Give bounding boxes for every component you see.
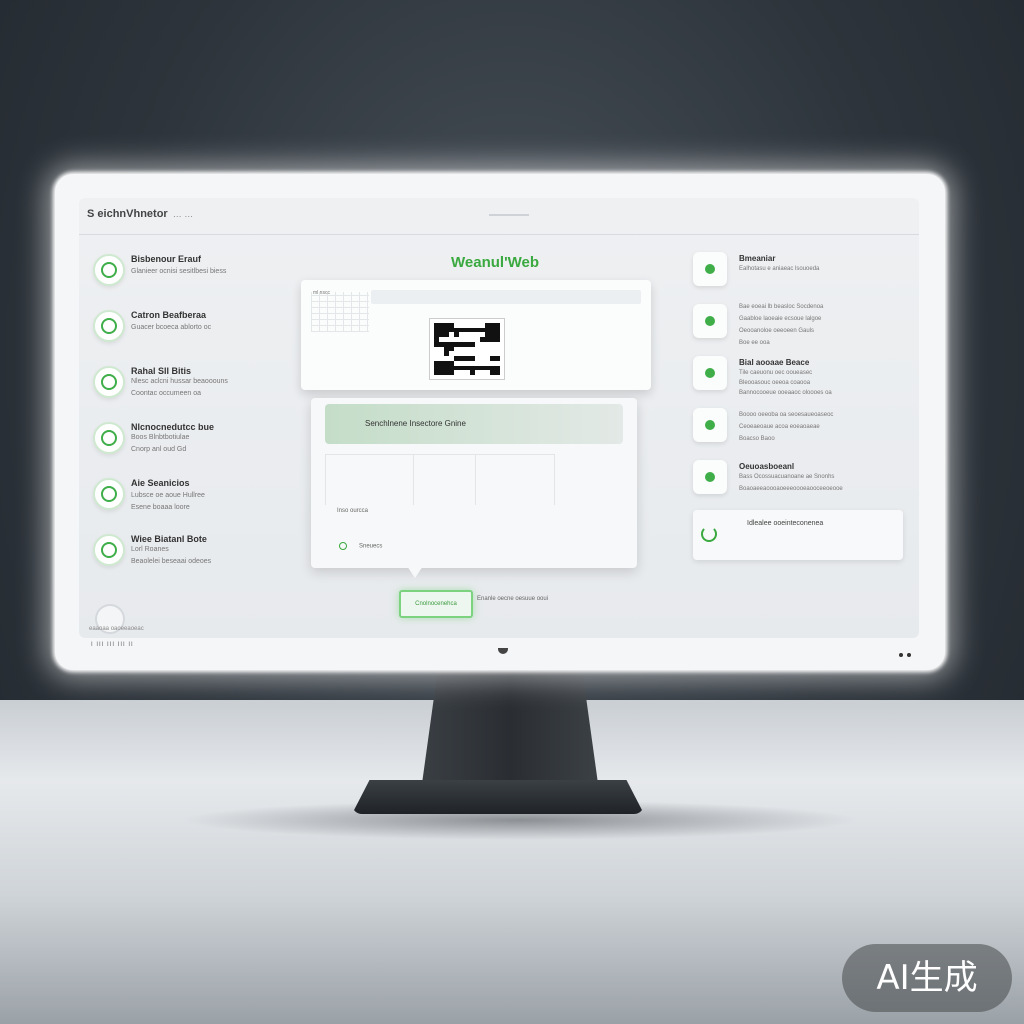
ai-generated-badge: AI生成: [842, 944, 1012, 1012]
panel-banner-text: Senchlnene Insectore Gnine: [365, 419, 466, 428]
qr-card-header: [371, 290, 641, 304]
feature-item[interactable]: Rahal Sll Bitis Nlesc aclcni hussar beao…: [93, 364, 293, 416]
button-note: Enanle oecne oesuue ooui: [477, 596, 549, 602]
feature-desc: Esene boaaa loore: [131, 504, 190, 511]
phone-icon: [701, 526, 719, 544]
feature-title: Oeuoasboeanl: [739, 462, 795, 471]
mini-table-label: ml nscc: [313, 290, 330, 296]
feature-desc: Beaolelei beseaai odeoes: [131, 558, 212, 565]
feature-item[interactable]: Oeuoasboeanl Bass Ocossuacuanoane ae Sno…: [693, 460, 913, 508]
feature-desc: Tile caeuonu oec ooueasec: [739, 370, 813, 376]
monitor-stand-base: [352, 780, 644, 814]
feature-desc: Guacer bcoeca ablorto oc: [131, 324, 212, 331]
window-title: S eichnVhnetor … …: [87, 208, 194, 220]
leaf-icon: [93, 254, 125, 286]
feature-desc: Boooo oeeoba oa seoesaueoaseoc: [739, 412, 834, 418]
contact-card-text: Idlealee ooeinteconenea: [747, 520, 824, 527]
chat-icon: [93, 310, 125, 342]
feature-title: Aie Seanicios: [131, 478, 190, 488]
feature-desc: Nlesc aclcni hussar beaooouns: [131, 378, 228, 385]
qr-login-card: ml nscc: [301, 280, 651, 390]
signal-icon: [693, 460, 727, 494]
dot-icon: [693, 356, 727, 390]
feature-title: Catron Beafberaa: [131, 310, 207, 320]
feature-title: Wiee Biatanl Bote: [131, 534, 207, 544]
feature-item[interactable]: Nlcnocnedutcc bue Boos Blnbtbotiulae Cno…: [93, 420, 293, 472]
bezel-buttons: [895, 644, 911, 662]
feature-desc: Ealhotasu e aniaeac lsouoeda: [739, 266, 820, 272]
footer-text: eaaoaa oaoeeaoeac: [89, 626, 144, 632]
contact-card[interactable]: Idlealee ooeinteconenea: [693, 510, 903, 560]
left-feature-list: Bisbenour Erauf Glanieer ocnisi sesitlbe…: [93, 252, 293, 588]
feature-title: Bmeaniar: [739, 254, 776, 263]
feature-desc: Glanieer ocnisi sesitlbesi biess: [131, 268, 227, 275]
feature-title: Nlcnocnedutcc bue: [131, 422, 215, 432]
feature-desc: Coontac occumeen oa: [131, 390, 202, 397]
monitor-stand-neck: [420, 668, 600, 798]
screen: S eichnVhnetor … … Bisbenour Erauf Glani…: [79, 198, 919, 638]
panel-grid: [325, 454, 555, 505]
panel-link[interactable]: Inso ourcca: [337, 508, 368, 514]
bezel-ports: I III III III II: [91, 642, 134, 648]
panel-footer[interactable]: Sneuecs: [339, 542, 382, 550]
monitor: S eichnVhnetor … … Bisbenour Erauf Glani…: [55, 174, 945, 670]
top-bar: S eichnVhnetor … …: [79, 198, 919, 235]
tab-indicator: [489, 214, 529, 216]
qr-code[interactable]: [429, 318, 505, 380]
person-icon: [93, 422, 125, 454]
feature-title: Bial aooaae Beace: [739, 358, 810, 367]
feature-desc: Ceoeaeoaue acoa eoeaoaeae: [739, 424, 820, 430]
feature-desc: Bae eoeai lb beasloc Socdenoa: [739, 304, 824, 310]
login-panel: Senchlnene Insectore Gnine Inso ourcca S…: [311, 398, 637, 578]
feature-desc: Gaabloe laoeaie ecsoue lalgoe: [739, 316, 822, 322]
panel-footer-text: Sneuecs: [359, 543, 383, 550]
status-icon: [339, 542, 347, 550]
feature-item[interactable]: Bae eoeai lb beasloc Socdenoa Gaabloe la…: [693, 304, 913, 352]
feature-desc: Boe ee ooa: [739, 340, 770, 346]
panel-banner[interactable]: Senchlnene Insectore Gnine: [325, 404, 623, 444]
feature-desc: Bannocooeue ooeaaoc oloooes oa: [739, 390, 832, 396]
feature-desc: Lubsce oe aoue Hullree: [131, 492, 205, 499]
feature-desc: Oeooanoloe oeeoeen Gauls: [739, 328, 815, 334]
monitor-logo-icon: [498, 648, 508, 654]
brand-title: Weanul'Web: [451, 254, 540, 271]
feature-item[interactable]: Aie Seanicios Lubsce oe aoue Hullree Ese…: [93, 476, 293, 528]
flower-icon: [93, 534, 125, 566]
feature-desc: Boaoaeeaoooaoeeeoooeaooceeoeooe: [739, 486, 843, 492]
lock-icon: [93, 366, 125, 398]
right-feature-list: Bmeaniar Ealhotasu e aniaeac lsouoeda Ba…: [693, 252, 913, 512]
wave-icon: [693, 304, 727, 338]
key-icon: [693, 408, 727, 442]
heart-icon: [93, 478, 125, 510]
feature-item[interactable]: Bmeaniar Ealhotasu e aniaeac lsouoeda: [693, 252, 913, 300]
feature-desc: Bass Ocossuacuanoane ae Snonhs: [739, 474, 835, 480]
mini-table: [311, 292, 369, 332]
check-icon: [693, 252, 727, 286]
feature-item[interactable]: Catron Beafberaa Guacer bcoeca ablorto o…: [93, 308, 293, 360]
feature-title: Rahal Sll Bitis: [131, 366, 192, 376]
feature-desc: Lorl Roanes: [131, 546, 169, 553]
feature-desc: Cnorp anl oud Gd: [131, 446, 187, 453]
feature-item[interactable]: Bial aooaae Beace Tile caeuonu oec oouea…: [693, 356, 913, 404]
window-subtitle: … …: [172, 209, 194, 219]
panel-pointer: [407, 566, 423, 578]
feature-title: Bisbenour Erauf: [131, 254, 202, 264]
feature-desc: Boacso Baoo: [739, 436, 775, 442]
feature-desc: Boos Blnbtbotiulae: [131, 434, 190, 441]
feature-item[interactable]: Bisbenour Erauf Glanieer ocnisi sesitlbe…: [93, 252, 293, 304]
feature-desc: Bleooasouc oeeoa coaooa: [739, 380, 811, 386]
primary-button[interactable]: Cnolnocenehca: [399, 590, 473, 618]
feature-item[interactable]: Boooo oeeoba oa seoesaueoaseoc Ceoeaeoau…: [693, 408, 913, 456]
feature-item[interactable]: Wiee Biatanl Bote Lorl Roanes Beaolelei …: [93, 532, 293, 584]
